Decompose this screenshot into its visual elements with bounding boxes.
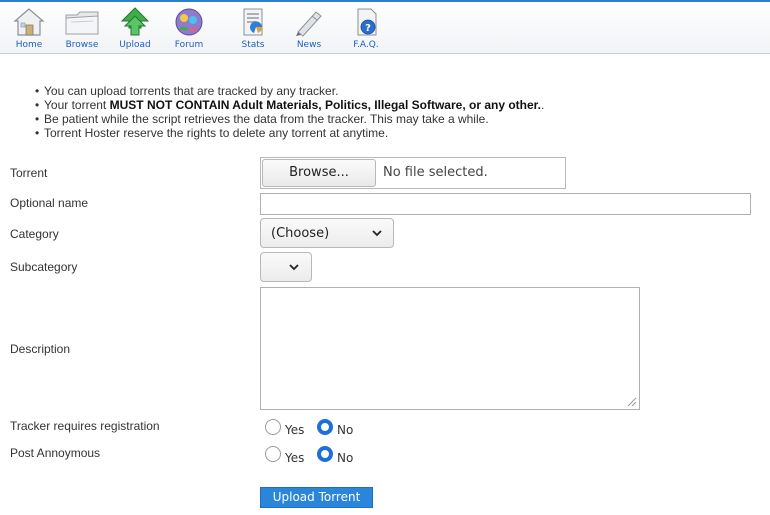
upload-rules-list: You can upload torrents that are tracked… [35, 84, 544, 140]
post-anonymous-yes-label: Yes [285, 451, 305, 465]
torrent-file-input[interactable]: Browse... No file selected. [260, 157, 566, 189]
chevron-down-icon [372, 230, 382, 237]
chevron-down-icon [289, 264, 299, 271]
tracker-registration-yes-radio[interactable] [265, 419, 281, 435]
browse-button[interactable]: Browse... [262, 159, 376, 187]
nav-stats[interactable]: Stats [230, 4, 276, 54]
category-selected-value: (Choose) [271, 226, 330, 241]
post-anonymous-no-radio[interactable] [317, 446, 333, 462]
home-icon [13, 8, 45, 36]
upload-torrent-button[interactable]: Upload Torrent [260, 487, 373, 508]
torrent-label: Torrent [10, 166, 48, 180]
rule-item: Torrent Hoster reserve the rights to del… [35, 126, 544, 140]
nav-news[interactable]: News [286, 4, 332, 54]
nav-home-label: Home [15, 40, 43, 50]
nav-browse[interactable]: Browse [59, 4, 105, 54]
description-textarea[interactable] [260, 287, 640, 410]
tracker-registration-label: Tracker requires registration [10, 419, 160, 433]
nav-stats-label: Stats [241, 40, 265, 50]
subcategory-select[interactable] [260, 252, 312, 282]
tracker-registration-no-label: No [337, 423, 354, 437]
post-anonymous-yes-radio[interactable] [265, 446, 281, 462]
nav-forum[interactable]: Forum [166, 4, 212, 54]
top-nav-bar: Home Browse Upload Forum Stats News ? F.… [0, 0, 770, 54]
description-label: Description [10, 342, 71, 356]
rule-item: You can upload torrents that are tracked… [35, 84, 544, 98]
category-select[interactable]: (Choose) [260, 218, 394, 248]
folder-icon [65, 11, 99, 35]
nav-news-label: News [296, 40, 322, 50]
nav-forum-label: Forum [174, 40, 204, 50]
tracker-registration-no-radio[interactable] [317, 419, 333, 435]
tracker-registration-yes-label: Yes [285, 423, 305, 437]
optional-name-label: Optional name [10, 196, 89, 210]
resize-grip-icon[interactable] [627, 397, 637, 407]
rule-item: Be patient while the script retrieves th… [35, 112, 544, 126]
stats-chart-icon [243, 8, 263, 36]
nav-faq[interactable]: ? F.A.Q. [343, 4, 389, 54]
svg-text:?: ? [365, 23, 371, 34]
rule-item: Your torrent MUST NOT CONTAIN Adult Mate… [35, 98, 544, 112]
post-anonymous-no-label: No [337, 451, 354, 465]
nav-faq-label: F.A.Q. [353, 40, 379, 50]
optional-name-input[interactable] [260, 193, 751, 215]
forum-people-icon [175, 8, 203, 36]
post-anonymous-label: Post Annoymous [10, 446, 101, 460]
file-status-text: No file selected. [383, 165, 488, 180]
rule-warning-bold: MUST NOT CONTAIN Adult Materials, Politi… [109, 98, 542, 112]
upload-arrow-icon [120, 7, 150, 36]
nav-upload-label: Upload [119, 40, 151, 50]
nav-browse-label: Browse [65, 40, 99, 50]
nav-upload[interactable]: Upload [112, 4, 158, 54]
help-question-icon: ? [357, 8, 377, 36]
nav-home[interactable]: Home [6, 4, 52, 54]
category-label: Category [10, 227, 59, 241]
news-pen-icon [296, 11, 322, 37]
subcategory-label: Subcategory [10, 260, 78, 274]
